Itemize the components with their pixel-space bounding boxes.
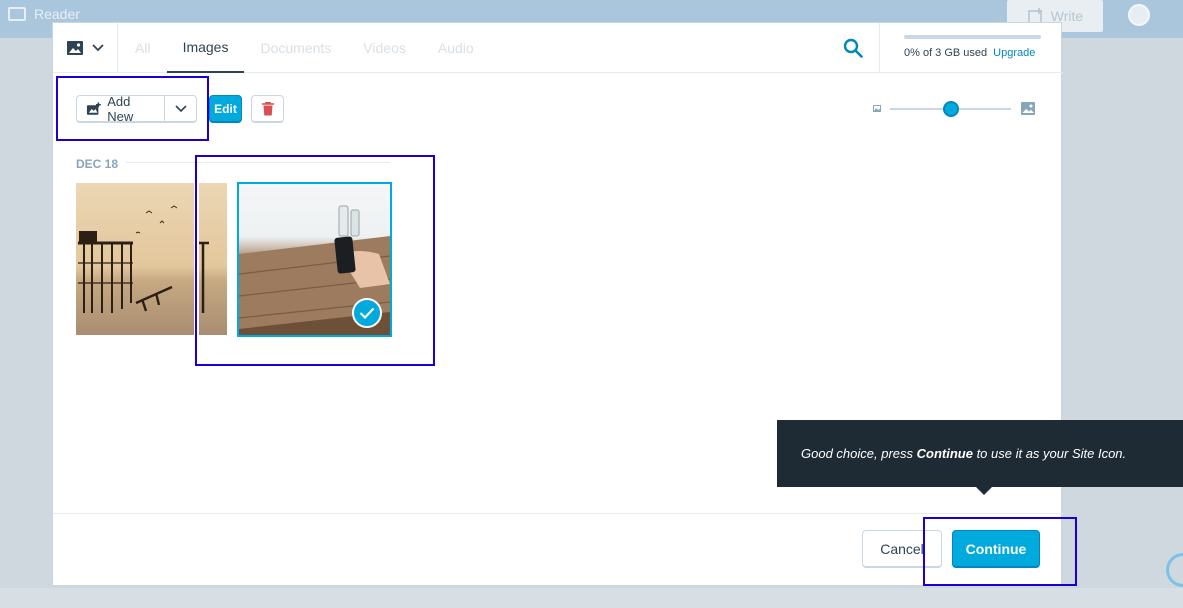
reader-icon	[8, 7, 26, 21]
tab-documents[interactable]: Documents	[244, 23, 347, 73]
cancel-button[interactable]: Cancel	[862, 530, 942, 568]
checkmark-icon	[359, 307, 375, 319]
chevron-down-icon	[92, 44, 104, 52]
pier-photo-partial	[199, 241, 209, 313]
image-icon	[67, 41, 83, 55]
storage-usage: 0% of 3 GB used	[904, 47, 988, 59]
media-item-pier-partial[interactable]	[199, 183, 227, 335]
avatar[interactable]	[1128, 4, 1150, 26]
add-new-dropdown[interactable]	[165, 96, 196, 121]
zoom-slider[interactable]	[873, 101, 1038, 117]
tooltip-arrow	[976, 487, 992, 495]
zoom-handle[interactable]	[942, 101, 959, 117]
date-group-label: DEC 18	[76, 157, 119, 171]
media-item-selected[interactable]	[237, 182, 392, 337]
tab-audio[interactable]: Audio	[422, 23, 490, 73]
continue-button[interactable]: Continue	[952, 530, 1040, 568]
background-footer	[0, 588, 1183, 608]
reader-link[interactable]: Reader	[8, 6, 80, 22]
large-image-icon	[1021, 102, 1035, 115]
tab-all[interactable]: All	[119, 23, 167, 73]
storage-text: 0% of 3 GB used Upgrade	[904, 47, 1063, 59]
date-divider	[126, 162, 390, 163]
storage-indicator: 0% of 3 GB used Upgrade	[879, 23, 1063, 73]
tab-videos[interactable]: Videos	[347, 23, 422, 73]
search-button[interactable]	[840, 35, 866, 61]
trash-icon	[261, 101, 274, 115]
add-new-button[interactable]: Add New	[76, 93, 197, 124]
delete-button[interactable]	[251, 95, 284, 123]
edit-button[interactable]: Edit	[209, 95, 242, 123]
help-icon[interactable]	[1166, 553, 1183, 587]
tooltip-suffix: to use it as your Site Icon.	[972, 446, 1127, 461]
tooltip-text: Good choice, press Continue to use it as…	[801, 446, 1126, 461]
storage-bar	[904, 35, 1041, 39]
upgrade-link[interactable]: Upgrade	[993, 47, 1035, 59]
tab-images[interactable]: Images	[166, 23, 245, 73]
add-new-label: Add New	[107, 93, 134, 124]
search-icon	[843, 38, 863, 58]
media-filter-bar: All Images Documents Videos Audio 0% of …	[53, 23, 1063, 73]
tooltip-emphasis: Continue	[916, 446, 973, 461]
chevron-down-icon	[175, 104, 187, 112]
modal-footer: Cancel Continue	[53, 513, 1063, 587]
media-item-pier[interactable]	[76, 183, 194, 335]
media-library-modal: All Images Documents Videos Audio 0% of …	[52, 22, 1063, 587]
guided-tour-tooltip: Good choice, press Continue to use it as…	[777, 420, 1183, 487]
media-type-select[interactable]	[53, 23, 118, 73]
pier-photo	[78, 205, 178, 313]
selected-check-badge	[352, 298, 382, 328]
tooltip-prefix: Good choice, press	[801, 446, 917, 461]
reader-label: Reader	[34, 6, 80, 22]
add-new-main[interactable]: Add New	[77, 93, 166, 124]
small-image-icon	[873, 105, 881, 112]
add-image-icon	[86, 101, 101, 115]
media-tabs: All Images Documents Videos Audio	[119, 23, 490, 73]
